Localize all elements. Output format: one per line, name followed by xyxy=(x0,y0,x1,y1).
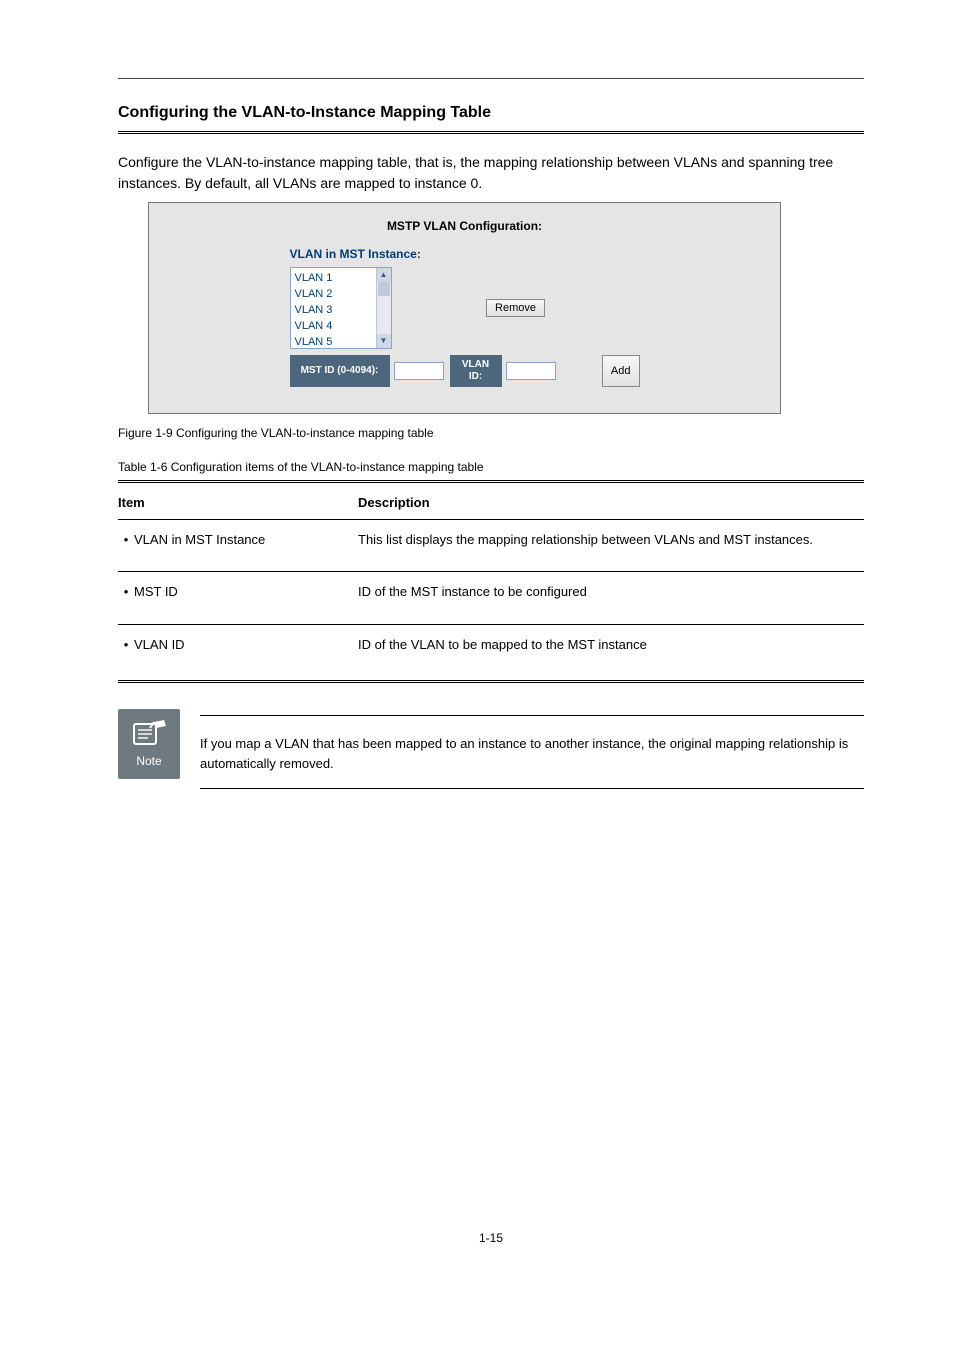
scrollbar[interactable]: ▲ ▼ xyxy=(376,268,391,348)
table-top-rule xyxy=(118,480,864,483)
note-icon: Note xyxy=(118,709,180,779)
section-heading: Configuring the VLAN-to-Instance Mapping… xyxy=(118,101,864,125)
table-caption: Table 1-6 Configuration items of the VLA… xyxy=(118,458,864,476)
section-intro: Configure the VLAN-to-instance mapping t… xyxy=(118,152,864,194)
add-button[interactable]: Add xyxy=(602,355,640,387)
mstp-vlan-config-panel: MSTP VLAN Configuration: VLAN in MST Ins… xyxy=(148,202,781,414)
list-item[interactable]: VLAN 4 xyxy=(295,318,372,334)
table-row-desc: ID of the MST instance to be configured xyxy=(358,582,864,602)
mst-id-input[interactable] xyxy=(394,362,444,380)
vlan-id-input[interactable] xyxy=(506,362,556,380)
list-item[interactable]: VLAN 1 xyxy=(295,270,372,286)
table-row-desc: ID of the VLAN to be mapped to the MST i… xyxy=(358,635,864,655)
mst-id-label: MST ID (0-4094): xyxy=(290,355,390,387)
table-header-desc: Description xyxy=(358,493,864,513)
vlan-id-label: VLAN ID: xyxy=(450,355,502,387)
figure-caption: Figure 1-9 Configuring the VLAN-to-insta… xyxy=(118,424,864,442)
page-number: 1-15 xyxy=(118,1229,864,1247)
scroll-thumb[interactable] xyxy=(378,282,390,296)
panel-title: MSTP VLAN Configuration: xyxy=(169,217,760,235)
scroll-down-icon[interactable]: ▼ xyxy=(377,334,391,348)
table-row-desc: This list displays the mapping relations… xyxy=(358,530,864,550)
table-row-item: •VLAN ID xyxy=(118,635,358,655)
table-bottom-rule xyxy=(118,680,864,683)
remove-button[interactable]: Remove xyxy=(486,299,545,317)
list-item[interactable]: VLAN 3 xyxy=(295,302,372,318)
divider xyxy=(118,131,864,134)
list-item[interactable]: VLAN 2 xyxy=(295,286,372,302)
table-header-item: Item xyxy=(118,493,358,513)
vlan-listbox[interactable]: VLAN 1 VLAN 2 VLAN 3 VLAN 4 VLAN 5 ▲ ▼ xyxy=(290,267,392,349)
table-row-item: •MST ID xyxy=(118,582,358,602)
list-item[interactable]: VLAN 5 xyxy=(295,334,372,348)
table-row-item: •VLAN in MST Instance xyxy=(118,530,358,550)
note-text: If you map a VLAN that has been mapped t… xyxy=(200,734,864,774)
vlan-list-label: VLAN in MST Instance: xyxy=(290,245,640,263)
scroll-up-icon[interactable]: ▲ xyxy=(377,268,391,282)
